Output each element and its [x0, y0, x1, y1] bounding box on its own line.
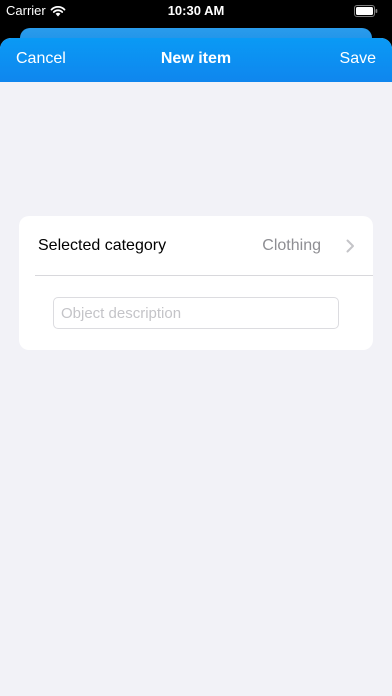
item-form: Selected category Clothing	[19, 216, 373, 350]
page-title: New item	[160, 50, 232, 67]
row-divider	[35, 275, 373, 276]
category-selector-row[interactable]: Selected category Clothing	[19, 216, 373, 276]
battery-icon	[354, 5, 378, 17]
save-button[interactable]: Save	[340, 50, 376, 68]
navigation-bar: Cancel New item Save	[0, 38, 392, 82]
category-value: Clothing	[262, 237, 321, 254]
object-description-input[interactable]	[53, 297, 339, 329]
new-item-sheet: Cancel New item Save Selected category C…	[0, 38, 392, 696]
category-label: Selected category	[38, 237, 167, 254]
chevron-right-icon	[346, 239, 354, 253]
status-bar: Carrier 10:30 AM	[0, 0, 392, 22]
status-time: 10:30 AM	[167, 3, 225, 18]
